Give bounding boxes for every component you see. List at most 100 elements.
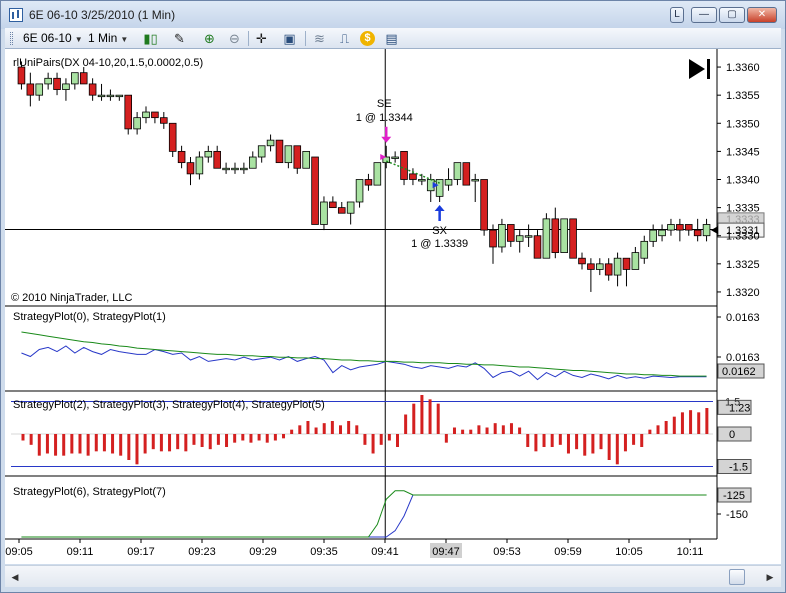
histogram-bar	[233, 434, 237, 443]
candle-up	[658, 229, 666, 237]
candle-up	[97, 94, 106, 98]
chart-area[interactable]: 1.3360 1.3355 1.3350 1.3345 1.3340 1.3335 1.33…	[5, 49, 781, 564]
strategy-icon[interactable]: ≋	[311, 30, 328, 47]
histogram-bar	[249, 434, 253, 443]
chart-properties-icon[interactable]: ▣	[281, 30, 298, 47]
histogram-bar	[591, 434, 595, 454]
candle-up	[222, 167, 230, 171]
histogram-bar	[265, 434, 269, 443]
histogram-bar	[143, 434, 147, 454]
histogram-bar	[168, 434, 172, 452]
histogram-bar	[518, 427, 522, 434]
price-tick-label: 1.3350	[726, 118, 760, 130]
histogram-bar	[290, 429, 294, 434]
candle-down	[293, 145, 302, 169]
candle-down	[684, 224, 693, 231]
histogram-bar	[314, 427, 318, 434]
histogram-bar	[282, 434, 286, 439]
panel2-tick-label: 0.0163	[726, 312, 760, 324]
histogram-bar	[371, 434, 375, 454]
histogram-bar	[208, 434, 212, 450]
panel4-label: StrategyPlot(6), StrategyPlot(7)	[13, 486, 166, 498]
scroll-left-icon[interactable]: ◀	[8, 569, 22, 585]
histogram-bar	[412, 403, 416, 434]
strategy-plot-line	[21, 345, 707, 381]
histogram-bar	[355, 425, 359, 434]
scroll-thumb[interactable]	[729, 569, 745, 585]
candle-up	[204, 150, 213, 158]
candle-up	[284, 145, 293, 164]
data-box-icon[interactable]: ▤	[383, 30, 400, 47]
histogram-bar	[404, 414, 408, 434]
close-button[interactable]: ✕	[747, 7, 777, 23]
histogram-bar	[273, 434, 277, 441]
histogram-bar	[493, 423, 497, 434]
histogram-bar	[575, 434, 579, 450]
title-bar[interactable]: 6E 06-10 3/25/2010 (1 Min) L — ▢ ✕	[1, 1, 785, 29]
histogram-bar	[379, 434, 383, 445]
candle-down	[337, 207, 346, 214]
app-chart-icon	[9, 8, 23, 22]
candlestick-style-icon[interactable]: ▮▯	[142, 30, 159, 47]
histogram-bar	[257, 434, 261, 441]
histogram-bar	[542, 434, 546, 447]
candle-down	[177, 150, 186, 164]
histogram-bar	[656, 425, 660, 434]
instrument-selector[interactable]: 6E 06-10 ▼	[23, 31, 83, 45]
dollar-icon[interactable]: $	[360, 31, 375, 46]
panel2-tick-label: 0.0163	[726, 352, 760, 364]
histogram-bar	[176, 434, 180, 450]
histogram-bar	[45, 434, 49, 454]
scroll-right-icon[interactable]: ▶	[763, 569, 777, 585]
candle-up	[418, 179, 426, 182]
candle-down	[26, 83, 35, 96]
maximize-button[interactable]: ▢	[719, 7, 745, 23]
histogram-bar	[444, 434, 448, 443]
candle-up	[471, 179, 479, 182]
panel3-current-label: -1.5	[729, 462, 748, 474]
toolbar-separator	[305, 31, 306, 46]
candle-up	[195, 156, 204, 175]
interval-selector[interactable]: 1 Min ▼	[88, 31, 128, 45]
minimize-button[interactable]: —	[691, 7, 717, 23]
horizontal-scrollbar[interactable]: ◀ ▶	[5, 565, 781, 587]
candle-down	[364, 179, 373, 186]
candle-down	[311, 156, 319, 225]
indicator-icon[interactable]: ⎍	[336, 30, 353, 47]
signal-detail-label: 1 @ 1.3339	[411, 238, 468, 250]
panel2-label: StrategyPlot(0), StrategyPlot(1)	[13, 311, 166, 323]
zoom-in-icon[interactable]: ⊕	[201, 30, 218, 47]
candle-up	[640, 240, 649, 259]
histogram-bar	[192, 434, 196, 445]
panel4-current-label: -125	[723, 490, 745, 502]
histogram-bar	[306, 421, 310, 434]
window-title: 6E 06-10 3/25/2010 (1 Min)	[29, 8, 176, 22]
chart-canvas[interactable]: 1.33601.33551.33501.33451.33401.33351.33…	[5, 49, 781, 564]
candle-down	[186, 162, 195, 175]
jump-to-end-icon	[689, 59, 705, 79]
time-tick-label: 09:47	[432, 546, 460, 558]
candle-up	[631, 252, 640, 270]
crosshair-icon[interactable]: ✛	[253, 30, 270, 47]
candle-down	[168, 122, 177, 152]
link-button[interactable]: L	[670, 7, 684, 23]
candle-down	[400, 150, 408, 180]
candle-down	[79, 72, 88, 85]
histogram-bar	[599, 434, 603, 450]
histogram-bar	[509, 423, 513, 434]
histogram-bar	[428, 399, 432, 434]
zoom-out-icon[interactable]: ⊖	[226, 30, 243, 47]
chart-window: 6E 06-10 3/25/2010 (1 Min) L — ▢ ✕ 6E 06…	[0, 0, 786, 593]
pencil-draw-icon[interactable]: ✎	[171, 30, 188, 47]
candle-up	[346, 201, 355, 214]
candle-down	[462, 162, 471, 186]
histogram-bar	[21, 434, 25, 441]
interval-label: 1 Min	[88, 31, 118, 45]
histogram-bar	[420, 395, 424, 434]
toolbar-grip[interactable]	[10, 32, 13, 45]
price-tick-label: 1.3345	[726, 146, 760, 158]
candle-down	[569, 218, 577, 259]
histogram-bar	[452, 427, 456, 434]
candle-down	[53, 77, 61, 90]
candle-up	[596, 263, 604, 270]
